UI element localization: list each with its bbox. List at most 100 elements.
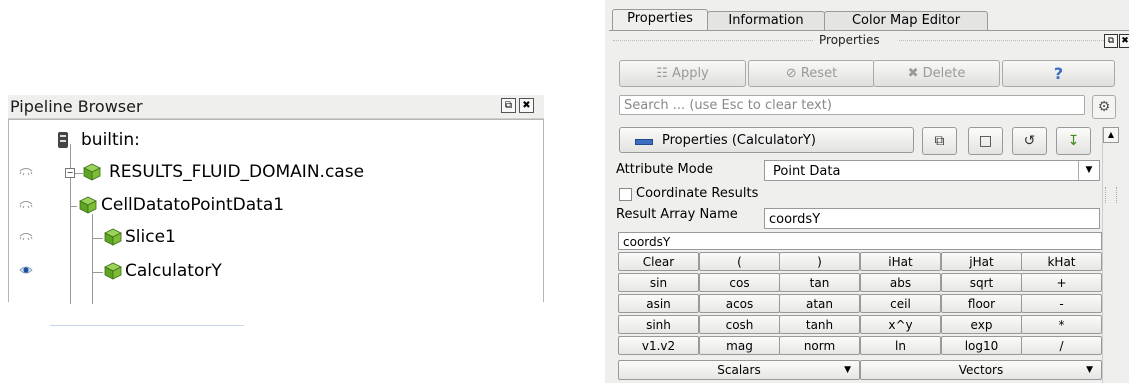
eye-closed-icon[interactable] — [19, 166, 33, 176]
reset-button[interactable]: ⊘ Reset — [748, 60, 875, 87]
source-cube-icon — [83, 163, 101, 181]
tab-color-map-editor[interactable]: Color Map Editor — [824, 11, 988, 30]
pipeline-tree: builtin: − RESULTS_FLUID_DOMAIN.case Cel… — [8, 119, 544, 326]
scalars-label: Scalars — [717, 363, 761, 377]
pipeline-item-label: CalculatorY — [125, 261, 222, 281]
pipeline-item-label: CellDatatoPointData1 — [101, 195, 285, 215]
apply-label: Apply — [672, 66, 709, 81]
pipeline-item-slice1[interactable]: Slice1 — [9, 223, 543, 253]
filter-cube-icon — [79, 196, 97, 214]
pipeline-item-calculatory[interactable]: CalculatorY — [9, 257, 543, 287]
pipeline-item-label: Slice1 — [125, 227, 176, 247]
calculator-key[interactable]: cos — [699, 273, 780, 292]
eye-closed-icon[interactable] — [19, 199, 33, 209]
paste-icon[interactable]: □ — [968, 127, 1003, 155]
copy-icon[interactable]: ⧉ — [922, 127, 957, 155]
properties-panel: Properties Information Color Map Editor … — [605, 0, 1129, 383]
float-panel-icon[interactable]: ⧉ — [501, 98, 516, 113]
vectors-label: Vectors — [958, 363, 1004, 377]
selection-highlight — [50, 325, 244, 328]
scalars-dropdown[interactable]: Scalars ▼ — [618, 360, 860, 380]
reset-label: Reset — [800, 66, 838, 81]
calculator-key[interactable]: sqrt — [941, 273, 1022, 292]
properties-title: Properties — [819, 33, 880, 47]
tab-information[interactable]: Information — [707, 11, 825, 30]
eye-closed-icon[interactable] — [19, 231, 33, 241]
calculator-key[interactable]: + — [1021, 273, 1102, 292]
calculator-expression-input[interactable]: coordsY — [618, 232, 1102, 250]
calculator-key[interactable]: asin — [618, 294, 699, 313]
result-array-name-label: Result Array Name — [616, 207, 738, 222]
properties-titlebar: Properties ⧉ ✖ — [613, 33, 1129, 49]
pipeline-item-builtin[interactable]: builtin: — [9, 126, 543, 156]
pipeline-item-label: builtin: — [81, 130, 140, 150]
close-panel-icon[interactable]: ✖ — [519, 98, 534, 113]
chevron-down-icon: ▼ — [1086, 365, 1093, 375]
attribute-mode-select[interactable]: Point Data ▼ — [764, 160, 1100, 181]
calculator-key[interactable]: tan — [779, 273, 860, 292]
calculator-key[interactable]: ) — [779, 252, 860, 271]
calculator-key[interactable]: jHat — [941, 252, 1022, 271]
calculator-key[interactable]: v1.v2 — [618, 336, 699, 355]
collapse-icon[interactable]: − — [65, 168, 75, 178]
help-button[interactable]: ? — [1002, 60, 1115, 87]
pipeline-item-label: RESULTS_FLUID_DOMAIN.case — [109, 162, 365, 182]
pipeline-browser-titlebar: Pipeline Browser ⧉ ✖ — [8, 95, 544, 119]
pipeline-browser: Pipeline Browser ⧉ ✖ builtin: − RESULTS_… — [8, 95, 544, 326]
calculator-key[interactable]: / — [1021, 336, 1102, 355]
save-defaults-icon[interactable]: ↧ — [1056, 127, 1091, 155]
calculator-key[interactable]: Clear — [618, 252, 699, 271]
calculator-key[interactable]: norm — [779, 336, 860, 355]
calculator-key[interactable]: ceil — [860, 294, 941, 313]
apply-button[interactable]: ☷ Apply — [619, 60, 746, 87]
eye-open-icon[interactable] — [19, 265, 33, 275]
coordinate-results-label: Coordinate Results — [636, 186, 759, 201]
calculator-key[interactable]: tanh — [779, 315, 860, 334]
calculator-key[interactable]: exp — [941, 315, 1022, 334]
calculator-key[interactable]: abs — [860, 273, 941, 292]
chevron-down-icon: ▼ — [1078, 161, 1099, 180]
float-panel-icon[interactable]: ⧉ — [1104, 34, 1118, 48]
properties-section-button[interactable]: Properties (CalculatorY) — [619, 127, 914, 153]
pipeline-browser-title: Pipeline Browser — [10, 97, 143, 116]
calculator-key[interactable]: floor — [941, 294, 1022, 313]
restore-defaults-icon[interactable]: ↺ — [1012, 127, 1047, 155]
calculator-key[interactable]: * — [1021, 315, 1102, 334]
calculator-key[interactable]: x^y — [860, 315, 941, 334]
calculator-key[interactable]: ln — [860, 336, 941, 355]
delete-label: Delete — [922, 66, 966, 81]
section-label: Properties (CalculatorY) — [662, 133, 816, 148]
search-input[interactable]: Search ... (use Esc to clear text) — [619, 95, 1085, 115]
coordinate-results-checkbox[interactable] — [619, 188, 632, 201]
scroll-grip[interactable] — [1105, 187, 1117, 203]
calculator-key[interactable]: kHat — [1021, 252, 1102, 271]
delete-button[interactable]: ✖ Delete — [873, 60, 1000, 87]
attribute-mode-value: Point Data — [773, 164, 841, 179]
tab-properties[interactable]: Properties — [612, 9, 708, 31]
scroll-up-icon[interactable]: ▲ — [1103, 127, 1119, 143]
pipeline-item-results-case[interactable]: − RESULTS_FLUID_DOMAIN.case — [9, 158, 543, 188]
vectors-dropdown[interactable]: Vectors ▼ — [860, 360, 1102, 380]
filter-cube-icon — [104, 262, 122, 280]
reset-icon: ⊘ — [785, 66, 797, 81]
calculator-key[interactable]: mag — [699, 336, 780, 355]
calculator-key[interactable]: sinh — [618, 315, 699, 334]
calculator-key[interactable]: iHat — [860, 252, 941, 271]
attribute-mode-label: Attribute Mode — [616, 162, 713, 177]
calculator-key[interactable]: atan — [779, 294, 860, 313]
apply-icon: ☷ — [656, 66, 668, 81]
tab-divider — [609, 30, 1129, 31]
calculator-key[interactable]: log10 — [941, 336, 1022, 355]
pipeline-item-celldatatopointdata[interactable]: CellDatatoPointData1 — [9, 191, 543, 221]
calculator-key[interactable]: ( — [699, 252, 780, 271]
properties-scrollbar[interactable]: ▲ — [1102, 127, 1119, 383]
calculator-key[interactable]: cosh — [699, 315, 780, 334]
calculator-key[interactable]: acos — [699, 294, 780, 313]
gear-icon[interactable]: ⚙ — [1092, 95, 1116, 119]
close-panel-icon[interactable]: ✖ — [1119, 34, 1129, 48]
calculator-key[interactable]: - — [1021, 294, 1102, 313]
filter-cube-icon — [104, 228, 122, 246]
delete-icon: ✖ — [907, 66, 919, 81]
result-array-name-input[interactable]: coordsY — [764, 208, 1100, 229]
calculator-key[interactable]: sin — [618, 273, 699, 292]
